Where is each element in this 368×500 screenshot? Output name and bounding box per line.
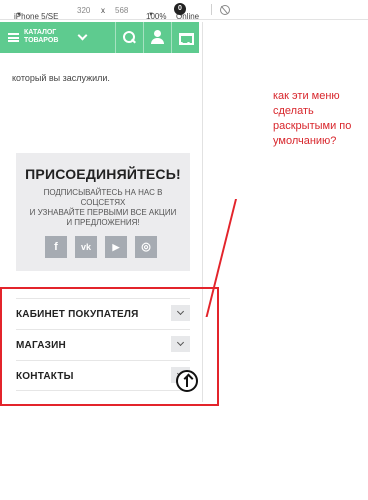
- join-title: ПРИСОЕДИНЯЙТЕСЬ!: [25, 166, 181, 182]
- cart-icon[interactable]: [172, 22, 199, 53]
- search-icon[interactable]: [116, 22, 143, 53]
- catalog-label-line1: КАТАЛОГ: [24, 29, 57, 36]
- annotation-pointer-line: [205, 199, 237, 317]
- join-description: ПОДПИСЫВАЙТЕСЬ НА НАС В СОЦСЕТЯХ И УЗНАВ…: [24, 188, 182, 228]
- cart-count-badge: 0: [174, 3, 186, 15]
- width-input[interactable]: 320: [77, 6, 90, 15]
- instagram-icon[interactable]: ◎: [135, 236, 157, 258]
- join-line: И УЗНАВАЙТЕ ПЕРВЫМИ ВСЕ АКЦИИ: [29, 208, 177, 217]
- join-line: И ПРЕДЛОЖЕНИЯ!: [66, 218, 140, 227]
- join-line: СОЦСЕТЯХ: [80, 198, 126, 207]
- toolbar-divider: [211, 4, 212, 15]
- rotate-icon[interactable]: [220, 5, 230, 15]
- vk-icon[interactable]: vk: [75, 236, 97, 258]
- catalog-button[interactable]: КАТАЛОГ ТОВАРОВ: [24, 29, 70, 45]
- social-join-block: ПРИСОЕДИНЯЙТЕСЬ! ПОДПИСЫВАЙТЕСЬ НА НАС В…: [16, 153, 190, 271]
- menu-icon[interactable]: [8, 33, 19, 42]
- social-links: f vk ▶ ◎: [16, 236, 190, 258]
- join-line: ПОДПИСЫВАЙТЕСЬ НА НАС В: [43, 188, 163, 197]
- annotation-highlight-box: [0, 287, 219, 406]
- facebook-icon[interactable]: f: [45, 236, 67, 258]
- annotation-note: как эти меню сделать раскрытыми по умолч…: [273, 90, 352, 147]
- body-text: который вы заслужили.: [12, 73, 110, 83]
- user-icon[interactable]: [144, 22, 171, 53]
- height-input[interactable]: 568: [115, 6, 128, 15]
- dimension-separator: x: [101, 6, 105, 15]
- site-header: КАТАЛОГ ТОВАРОВ: [0, 22, 199, 53]
- catalog-label-line2: ТОВАРОВ: [24, 37, 59, 44]
- youtube-icon[interactable]: ▶: [105, 236, 127, 258]
- chevron-down-icon[interactable]: [77, 30, 88, 41]
